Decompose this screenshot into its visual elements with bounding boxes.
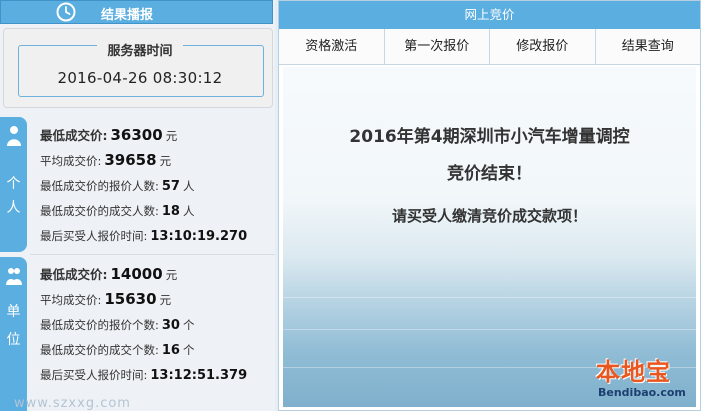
- bidding-tabs: 资格激活 第一次报价 修改报价 结果查询: [279, 29, 700, 65]
- result-broadcast-panel: 结果播报 服务器时间 2016-04-26 08:30:12 个 人 最低成交价…: [0, 0, 275, 411]
- unit-last-time: 13:12:51.379: [150, 368, 248, 383]
- personal-avg-price: 39658: [104, 151, 157, 169]
- result-message-payment: 请买受人缴清竞价成交款项！: [391, 207, 587, 225]
- group-icon: [6, 268, 22, 285]
- unit-avg-price-label: 平均成交价:: [40, 293, 102, 307]
- site-watermark: www.szxxg.com: [14, 396, 131, 411]
- unit-deal-count-unit: 个: [182, 343, 195, 357]
- unit-avg-price-row: 平均成交价: 15630 元: [40, 290, 171, 308]
- sea-decoration: [283, 297, 696, 298]
- result-broadcast-header: 结果播报: [0, 0, 273, 24]
- unit-deal-count-row: 最低成交价的成交个数: 16 个: [40, 342, 194, 358]
- unit-last-time-label: 最后买受人报价时间:: [40, 368, 148, 382]
- personal-deal-count: 18: [161, 204, 180, 219]
- personal-bid-count-unit: 人: [182, 179, 195, 193]
- result-broadcast-title: 结果播报: [101, 8, 154, 23]
- tab-first-bid[interactable]: 第一次报价: [385, 29, 490, 64]
- personal-tag-char-2: 人: [6, 200, 21, 216]
- unit-lowest-price-row: 最低成交价: 14000 元: [40, 264, 177, 283]
- bendibao-logo: 本地宝 Bendibao.com: [590, 352, 698, 408]
- personal-avg-price-unit: 元: [159, 154, 172, 168]
- personal-bid-count: 57: [161, 179, 180, 194]
- personal-lowest-price-row: 最低成交价: 36300 元: [40, 125, 177, 144]
- unit-deal-count: 16: [161, 343, 180, 358]
- logo-subtext: Bendibao.com: [598, 386, 686, 399]
- personal-tag[interactable]: 个 人: [0, 117, 27, 252]
- result-message-status: 竞价结束！: [447, 164, 532, 184]
- personal-deal-count-label: 最低成交价的成交人数:: [40, 204, 159, 218]
- tab-qualification-activation[interactable]: 资格激活: [279, 29, 385, 64]
- personal-stats: 个 人 最低成交价: 36300 元 平均成交价: 39658 元 最低成交价的报价人数…: [0, 117, 275, 252]
- refresh-clock-icon: [56, 2, 76, 22]
- server-time-label: 服务器时间: [97, 44, 183, 59]
- logo-text: 本地宝: [596, 358, 671, 386]
- server-time-label-wrap: 服务器时间: [4, 40, 276, 59]
- stats-divider: [30, 254, 275, 255]
- unit-lowest-price-label: 最低成交价:: [40, 267, 108, 282]
- unit-tag[interactable]: 单 位: [0, 257, 27, 411]
- online-bidding-panel: 网上竞价 资格激活 第一次报价 修改报价 结果查询 2016年第4期深圳市小汽车…: [278, 0, 701, 411]
- unit-lowest-price: 14000: [110, 265, 163, 283]
- unit-bid-count-row: 最低成交价的报价个数: 30 个: [40, 317, 194, 333]
- tab-modify-bid[interactable]: 修改报价: [490, 29, 596, 64]
- unit-bid-count-label: 最低成交价的报价个数:: [40, 318, 159, 332]
- unit-bid-count-unit: 个: [182, 318, 195, 332]
- personal-avg-price-row: 平均成交价: 39658 元: [40, 151, 171, 169]
- personal-bid-count-label: 最低成交价的报价人数:: [40, 179, 159, 193]
- personal-lowest-price-unit: 元: [165, 129, 178, 143]
- tab-result-query[interactable]: 结果查询: [596, 29, 701, 64]
- result-message-title: 2016年第4期深圳市小汽车增量调控: [349, 127, 630, 147]
- personal-tag-char-1: 个: [6, 176, 21, 192]
- unit-tag-char-1: 单: [6, 304, 21, 320]
- online-bidding-header: 网上竞价: [279, 1, 700, 29]
- app-root: 结果播报 服务器时间 2016-04-26 08:30:12 个 人 最低成交价…: [0, 0, 701, 411]
- personal-last-time: 13:10:19.270: [150, 229, 248, 244]
- personal-deal-count-row: 最低成交价的成交人数: 18 人: [40, 203, 194, 219]
- unit-avg-price: 15630: [104, 290, 157, 308]
- unit-last-time-row: 最后买受人报价时间: 13:12:51.379: [40, 367, 250, 383]
- personal-avg-price-label: 平均成交价:: [40, 154, 102, 168]
- server-time-value: 2016-04-26 08:30:12: [57, 69, 223, 87]
- personal-last-time-label: 最后买受人报价时间:: [40, 229, 148, 243]
- unit-deal-count-label: 最低成交价的成交个数:: [40, 343, 159, 357]
- personal-last-time-row: 最后买受人报价时间: 13:10:19.270: [40, 228, 250, 244]
- personal-bid-count-row: 最低成交价的报价人数: 57 人: [40, 178, 194, 194]
- server-time-box: 服务器时间 2016-04-26 08:30:12: [3, 28, 273, 108]
- unit-lowest-price-unit: 元: [165, 268, 178, 282]
- unit-avg-price-unit: 元: [159, 293, 172, 307]
- personal-lowest-price: 36300: [110, 126, 163, 144]
- personal-lowest-price-label: 最低成交价:: [40, 128, 108, 143]
- personal-deal-count-unit: 人: [182, 204, 195, 218]
- person-icon: [7, 126, 21, 146]
- unit-bid-count: 30: [161, 318, 180, 333]
- unit-stats: 单 位 最低成交价: 14000 元 平均成交价: 15630 元 最低成交价的报价个数…: [0, 257, 275, 411]
- sea-decoration: [283, 329, 696, 330]
- unit-tag-char-2: 位: [6, 332, 21, 348]
